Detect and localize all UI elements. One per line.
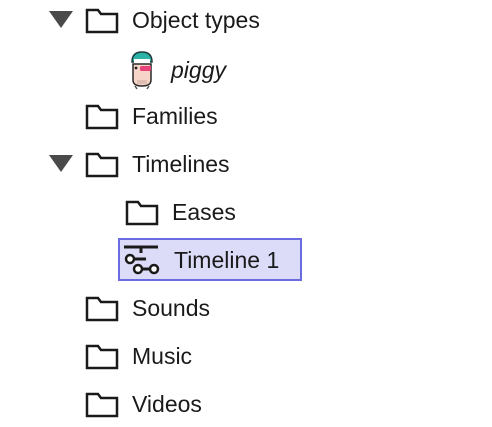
tree-item-sounds[interactable]: Sounds <box>85 291 210 325</box>
tree-item-label: Music <box>132 343 193 369</box>
folder-icon <box>85 6 119 34</box>
tree-item-label: Object types <box>132 7 260 33</box>
tree-item-timelines[interactable]: Timelines <box>85 147 230 181</box>
tree-item-piggy[interactable]: piggy <box>125 50 226 90</box>
tree-item-label: Sounds <box>132 295 211 321</box>
folder-icon <box>85 342 119 370</box>
tree-item-label: Timelines <box>132 151 230 177</box>
tree-item-label: Families <box>132 103 218 129</box>
expand-toggle-object-types[interactable] <box>49 11 73 28</box>
tree-item-music[interactable]: Music <box>85 339 192 373</box>
folder-icon <box>85 102 119 130</box>
tree-item-label: Timeline 1 <box>174 247 280 273</box>
expand-toggle-timelines[interactable] <box>49 155 73 172</box>
tree-item-label: Videos <box>132 391 202 417</box>
tree-item-families[interactable]: Families <box>85 99 218 133</box>
project-tree: Object types piggy Families Timelines Ea… <box>0 0 492 427</box>
folder-icon <box>85 390 119 418</box>
piggy-sprite-icon <box>125 50 159 90</box>
tree-item-object-types[interactable]: Object types <box>85 3 260 37</box>
tree-item-label: Eases <box>172 199 236 225</box>
folder-icon <box>85 150 119 178</box>
tree-item-videos[interactable]: Videos <box>85 387 202 421</box>
timeline-icon <box>122 243 160 277</box>
tree-item-label: piggy <box>171 57 226 83</box>
tree-item-timeline-1[interactable]: Timeline 1 <box>122 243 279 277</box>
folder-icon <box>125 198 159 226</box>
tree-item-eases[interactable]: Eases <box>125 195 236 229</box>
folder-icon <box>85 294 119 322</box>
